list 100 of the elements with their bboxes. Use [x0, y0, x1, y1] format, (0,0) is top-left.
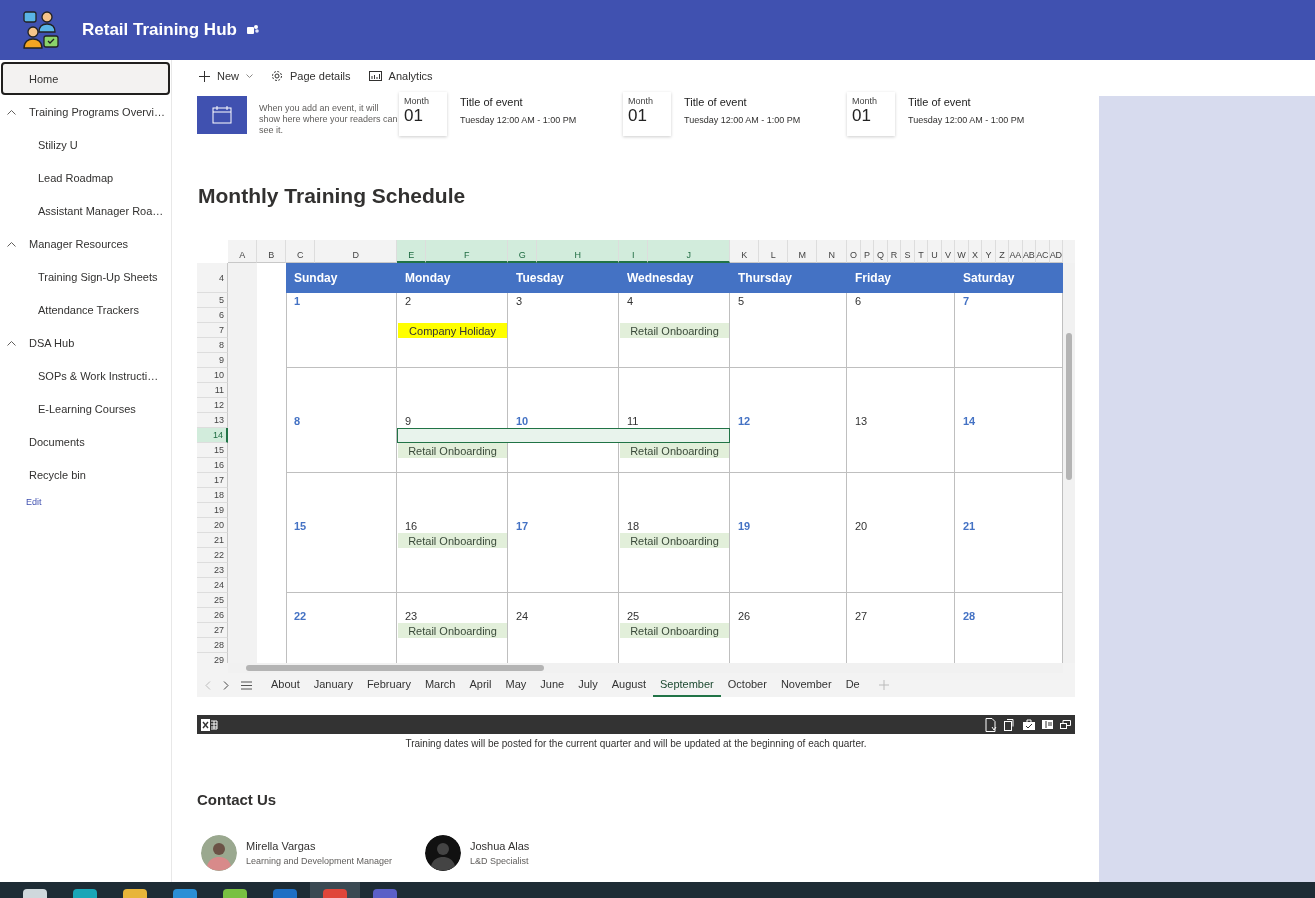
row-header[interactable]: 4	[197, 263, 228, 293]
copy-icon[interactable]	[1004, 718, 1016, 731]
sheet-tab[interactable]: About	[264, 673, 307, 697]
event-label[interactable]: Retail Onboarding	[620, 323, 729, 338]
column-header[interactable]: F	[426, 240, 508, 263]
sheet-tab[interactable]: November	[773, 673, 839, 697]
app-icon[interactable]	[73, 889, 97, 898]
event-title[interactable]: Title of event	[684, 96, 801, 108]
row-header[interactable]: 10	[197, 368, 228, 383]
row-header[interactable]: 12	[197, 398, 228, 413]
briefcase-icon[interactable]	[1023, 719, 1035, 730]
sheet-tab[interactable]: April	[462, 673, 499, 697]
column-header[interactable]: A	[228, 240, 257, 263]
column-header[interactable]: U	[928, 240, 942, 263]
site-title[interactable]: Retail Training Hub	[82, 20, 237, 40]
nav-item[interactable]: Assistant Manager Roa…	[1, 194, 170, 227]
row-header[interactable]: 28	[197, 638, 228, 653]
nav-item[interactable]: Attendance Trackers	[1, 293, 170, 326]
command-button[interactable]: Analytics	[368, 64, 433, 88]
column-header[interactable]: W	[955, 240, 969, 263]
sheet-tab[interactable]: May	[498, 673, 534, 697]
column-header[interactable]: C	[286, 240, 315, 263]
spreadsheet-icon[interactable]	[201, 717, 218, 732]
event-label[interactable]: Retail Onboarding	[398, 533, 507, 548]
chat-app-icon[interactable]	[246, 24, 259, 36]
event-title[interactable]: Title of event	[908, 96, 1025, 108]
column-header[interactable]: M	[788, 240, 817, 263]
avatar[interactable]	[201, 835, 237, 871]
row-header[interactable]: 22	[197, 548, 228, 563]
menu-icon[interactable]	[241, 680, 252, 690]
date-card[interactable]: Month 01	[847, 92, 895, 136]
row-header[interactable]: 23	[197, 563, 228, 578]
row-header[interactable]: 24	[197, 578, 228, 593]
column-header[interactable]: I	[619, 240, 648, 263]
nav-item[interactable]: Lead Roadmap	[1, 161, 170, 194]
column-header[interactable]: G	[508, 240, 537, 263]
command-button[interactable]: New	[199, 64, 253, 88]
command-button[interactable]: Page details	[271, 64, 351, 88]
column-header[interactable]: E	[397, 240, 426, 263]
event-label[interactable]: Retail Onboarding	[398, 443, 507, 458]
nav-item[interactable]: Home	[1, 62, 170, 95]
column-header[interactable]: S	[901, 240, 915, 263]
chevron-right-icon[interactable]	[223, 680, 229, 690]
column-header[interactable]: AA	[1009, 240, 1023, 263]
row-header[interactable]: 13	[197, 413, 228, 428]
row-header[interactable]: 21	[197, 533, 228, 548]
column-header[interactable]: Q	[874, 240, 888, 263]
sheet-tab[interactable]: August	[604, 673, 653, 697]
column-header[interactable]: H	[537, 240, 619, 263]
event-label[interactable]: Retail Onboarding	[620, 623, 729, 638]
row-header[interactable]: 7	[197, 323, 228, 338]
chevron-up-icon[interactable]	[7, 109, 16, 115]
sheet-tab[interactable]: February	[359, 673, 418, 697]
edit-link[interactable]: Edit	[0, 491, 171, 507]
event-label[interactable]: Retail Onboarding	[620, 443, 729, 458]
date-card[interactable]: Month 01	[399, 92, 447, 136]
row-header[interactable]: 29	[197, 653, 228, 663]
nav-item[interactable]: Stilizy U	[1, 128, 170, 161]
row-header[interactable]: 14	[197, 428, 228, 443]
column-header[interactable]: K	[730, 240, 759, 263]
avatar[interactable]	[425, 835, 461, 871]
window-icon[interactable]	[1060, 720, 1071, 729]
nav-item[interactable]: SOPs & Work Instructi…	[1, 359, 170, 392]
nav-item[interactable]: Documents	[1, 425, 170, 458]
column-header[interactable]: Y	[982, 240, 996, 263]
row-header[interactable]: 11	[197, 383, 228, 398]
row-header[interactable]: 19	[197, 503, 228, 518]
panel-icon[interactable]	[1042, 720, 1053, 729]
chevron-up-icon[interactable]	[7, 340, 16, 346]
column-header[interactable]: O	[847, 240, 861, 263]
row-header[interactable]: 26	[197, 608, 228, 623]
app-icon[interactable]	[123, 889, 147, 898]
app-icon[interactable]	[23, 889, 47, 898]
chevron-up-icon[interactable]	[7, 241, 16, 247]
column-header[interactable]: L	[759, 240, 788, 263]
row-header[interactable]: 27	[197, 623, 228, 638]
column-header[interactable]: AC	[1036, 240, 1050, 263]
nav-item[interactable]: DSA Hub	[1, 326, 170, 359]
row-header[interactable]: 25	[197, 593, 228, 608]
sheet-tab[interactable]: June	[533, 673, 572, 697]
event-label[interactable]: Company Holiday	[398, 323, 507, 338]
row-header[interactable]: 15	[197, 443, 228, 458]
row-header[interactable]: 9	[197, 353, 228, 368]
row-header[interactable]: 20	[197, 518, 228, 533]
app-icon[interactable]	[173, 889, 197, 898]
row-header[interactable]: 17	[197, 473, 228, 488]
sheet-tab[interactable]: March	[417, 673, 463, 697]
nav-item[interactable]: Recycle bin	[1, 458, 170, 491]
column-header[interactable]: J	[648, 240, 730, 263]
nav-item[interactable]: E-Learning Courses	[1, 392, 170, 425]
column-header[interactable]: D	[315, 240, 397, 263]
column-header[interactable]: B	[257, 240, 286, 263]
event-label[interactable]: Retail Onboarding	[620, 533, 729, 548]
nav-item[interactable]: Manager Resources	[1, 227, 170, 260]
date-card[interactable]: Month 01	[623, 92, 671, 136]
row-header[interactable]: 18	[197, 488, 228, 503]
nav-item[interactable]: Training Sign-Up Sheets	[1, 260, 170, 293]
sheet-tab[interactable]: July	[571, 673, 605, 697]
event-label[interactable]: Retail Onboarding	[398, 623, 507, 638]
person-name[interactable]: Joshua Alas	[470, 840, 530, 852]
